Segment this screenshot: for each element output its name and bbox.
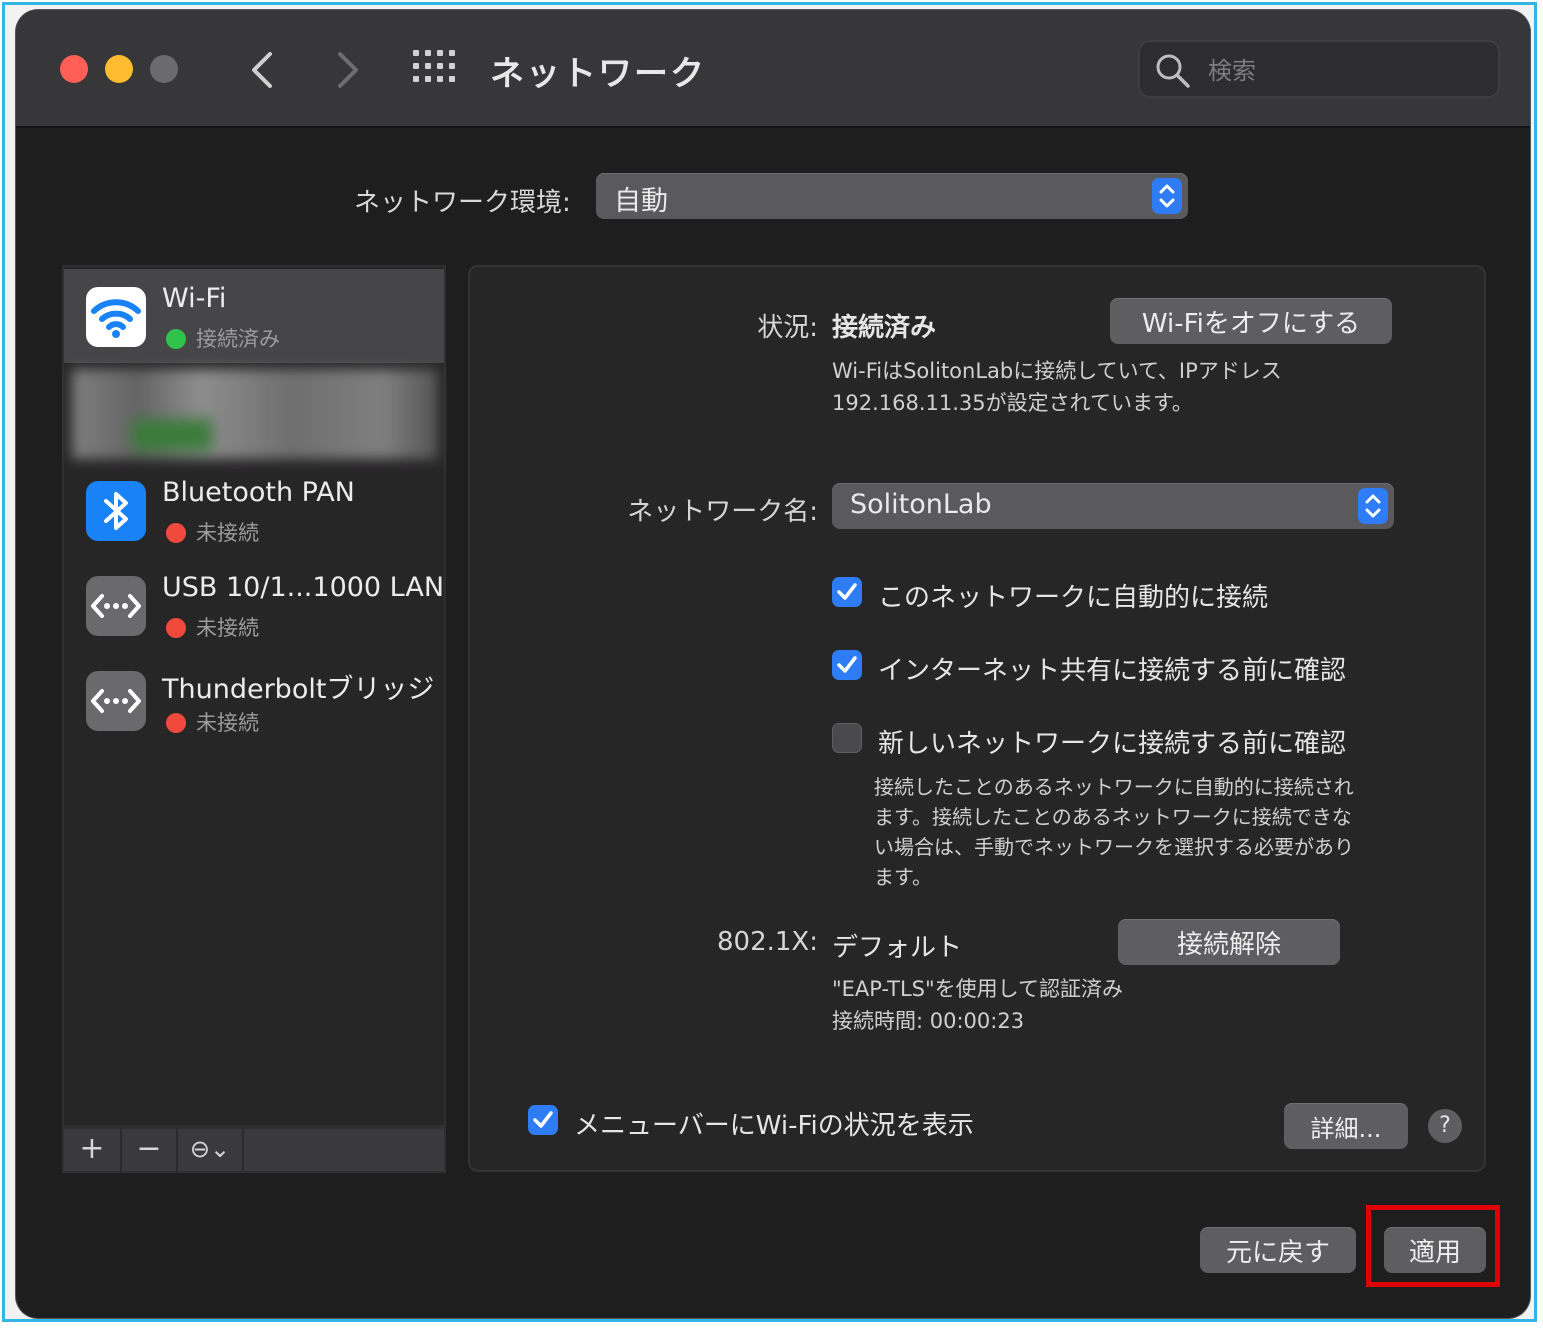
service-name: Thunderboltブリッジ [162, 674, 435, 705]
wifi-icon [86, 287, 146, 347]
join-note-line: ます。 [874, 865, 932, 889]
ethernet-icon [86, 576, 146, 636]
search-icon [1156, 54, 1190, 88]
ask-before-hotspot-label: インターネット共有に接続する前に確認 [878, 656, 1347, 686]
join-note-line: 接続したことのあるネットワークに自動的に接続され [874, 775, 1354, 799]
ask-before-hotspot-checkbox[interactable] [832, 650, 862, 680]
advanced-button[interactable]: 詳細... [1284, 1103, 1408, 1149]
network-name-popup[interactable]: SolitonLab [832, 483, 1394, 529]
show-wifi-in-menubar-label: メニューバーにWi-Fiの状況を表示 [574, 1111, 974, 1141]
status-label: 状況: [757, 313, 818, 343]
status-dot [166, 329, 186, 349]
dot1x-value: デフォルト [832, 933, 963, 963]
ask-new-networks-checkbox[interactable] [832, 723, 862, 753]
status-dot [166, 713, 186, 733]
location-value: 自動 [614, 186, 668, 217]
location-label: ネットワーク環境: [354, 188, 571, 218]
service-name: Bluetooth PAN [162, 477, 355, 508]
blurred-service-item [72, 369, 438, 459]
checkmark-icon [837, 656, 857, 673]
window-title: ネットワーク [490, 54, 706, 94]
auth-method: "EAP-TLS"を使用して認証済み [832, 977, 1124, 1001]
service-status: 未接続 [196, 521, 259, 545]
minimize-window-button[interactable] [105, 55, 133, 83]
bluetooth-icon [86, 481, 146, 541]
status-description-line: 192.168.11.35が設定されています。 [832, 391, 1193, 415]
apply-button-highlight [1366, 1205, 1500, 1287]
remove-service-button[interactable]: − [122, 1129, 178, 1171]
search-field[interactable] [1138, 40, 1500, 98]
status-dot [166, 618, 186, 638]
service-name: Wi-Fi [162, 283, 227, 314]
revert-button[interactable]: 元に戻す [1200, 1227, 1356, 1273]
connect-time: 接続時間: 00:00:23 [832, 1009, 1025, 1033]
show-wifi-in-menubar-checkbox[interactable] [528, 1105, 558, 1135]
status-dot [166, 523, 186, 543]
service-item-usb-lan[interactable]: USB 10/1...1000 LAN 未接続 [64, 558, 444, 652]
service-list-toolbar: + − ⊖⌄ [62, 1127, 446, 1173]
ethernet-icon [86, 671, 146, 731]
search-input[interactable] [1206, 50, 1490, 92]
forward-arrow-icon[interactable] [326, 48, 366, 92]
service-name: USB 10/1...1000 LAN [162, 572, 445, 603]
service-list: Wi-Fi 接続済み Bluetooth PAN 未接続 USB 10/1...… [62, 265, 446, 1127]
turn-wifi-off-button[interactable]: Wi-Fiをオフにする [1110, 298, 1392, 344]
network-preferences-window: ネットワーク ネットワーク環境: 自動 [16, 10, 1530, 1318]
location-popup[interactable]: 自動 [596, 173, 1188, 219]
popup-stepper-icon [1152, 178, 1182, 214]
show-all-grid-icon[interactable] [413, 50, 455, 88]
action-menu-button[interactable]: ⊖⌄ [178, 1129, 244, 1171]
status-value: 接続済み [832, 313, 937, 343]
dot1x-label: 802.1X: [716, 927, 818, 957]
help-button[interactable]: ? [1428, 1109, 1462, 1143]
service-item-wifi[interactable]: Wi-Fi 接続済み [64, 269, 444, 363]
status-description: Wi-FiはSolitonLabに接続していて、IPアドレス 192.168.1… [832, 355, 1282, 419]
back-arrow-icon[interactable] [244, 48, 284, 92]
service-item-thunderbolt-bridge[interactable]: Thunderboltブリッジ 未接続 [64, 653, 444, 747]
zoom-window-button[interactable] [150, 55, 178, 83]
service-status: 未接続 [196, 616, 259, 640]
network-name-label: ネットワーク名: [627, 497, 818, 527]
network-name-value: SolitonLab [850, 489, 992, 520]
popup-stepper-icon [1358, 488, 1388, 524]
join-note: 接続したことのあるネットワークに自動的に接続され ます。接続したことのあるネット… [874, 772, 1354, 892]
service-status: 接続済み [196, 327, 280, 351]
titlebar: ネットワーク [16, 10, 1530, 128]
auto-join-checkbox[interactable] [832, 577, 862, 607]
service-item-bluetooth-pan[interactable]: Bluetooth PAN 未接続 [64, 463, 444, 557]
detail-panel: 状況: 接続済み Wi-Fiをオフにする Wi-FiはSolitonLabに接続… [468, 265, 1486, 1172]
join-note-line: ます。接続したことのあるネットワークに接続できな [874, 805, 1352, 829]
checkmark-icon [533, 1111, 553, 1128]
service-status: 未接続 [196, 711, 259, 735]
disconnect-button[interactable]: 接続解除 [1118, 919, 1340, 965]
ask-new-networks-label: 新しいネットワークに接続する前に確認 [878, 729, 1347, 759]
join-note-line: い場合は、手動でネットワークを選択する必要があり [874, 835, 1354, 859]
close-window-button[interactable] [60, 55, 88, 83]
checkmark-icon [837, 583, 857, 600]
auth-info: "EAP-TLS"を使用して認証済み 接続時間: 00:00:23 [832, 973, 1123, 1037]
add-service-button[interactable]: + [64, 1129, 122, 1171]
auto-join-label: このネットワークに自動的に接続 [878, 583, 1269, 613]
status-description-line: Wi-FiはSolitonLabに接続していて、IPアドレス [832, 359, 1282, 383]
